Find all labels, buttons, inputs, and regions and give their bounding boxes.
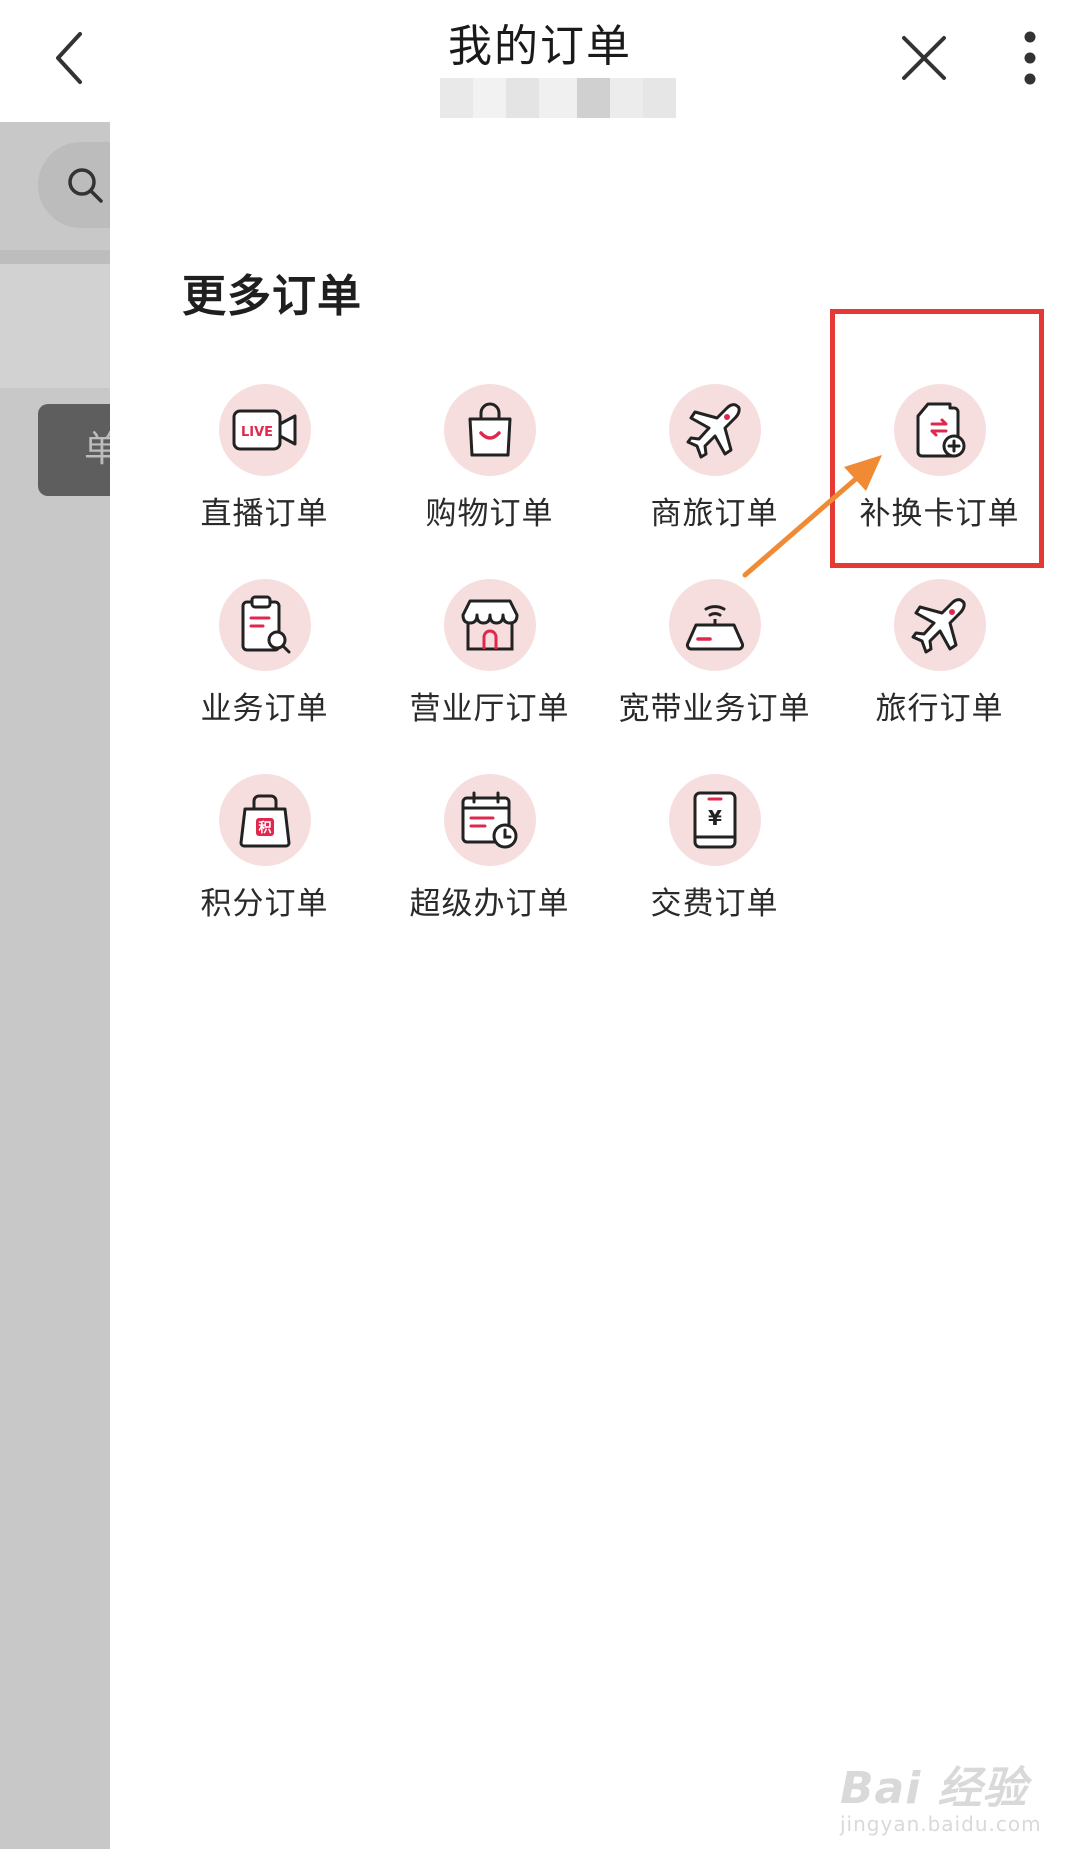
airplane-icon [911,598,966,654]
order-item-payment[interactable]: ¥ 交费订单 [602,774,827,969]
points-glyph: 积 [258,820,271,836]
background-search-box [38,142,110,228]
watermark-url: jingyan.baidu.com [840,1812,1042,1836]
airplane-icon [686,403,741,459]
order-item-travel[interactable]: 旅行订单 [827,579,1052,774]
icon-badge [668,579,761,671]
icon-badge [443,384,536,476]
order-item-label: 宽带业务订单 [618,691,811,727]
icon-badge [218,579,311,671]
calendar-clock-icon [461,791,517,849]
clipboard-search-icon [241,595,290,654]
more-vertical-icon [1024,31,1036,85]
order-item-service[interactable]: 业务订单 [152,579,377,774]
search-icon [68,168,103,203]
live-badge-text: LIVE [240,425,272,440]
order-item-super-office[interactable]: 超级办订单 [377,774,602,969]
live-camera-icon: LIVE [232,409,296,451]
yuan-glyph: ¥ [708,806,722,830]
background-chip: 单 [38,404,110,496]
payment-yuan-icon: ¥ [693,791,736,849]
order-item-label: 直播订单 [200,496,329,532]
background-page-overlay[interactable]: 单 [0,122,110,1849]
panel-title: 更多订单 [182,271,362,322]
order-item-label: 超级办订单 [409,886,570,922]
close-icon [902,36,946,80]
order-item-live[interactable]: LIVE 直播订单 [152,384,377,579]
close-button[interactable] [884,18,964,98]
shopping-bag-icon [468,402,511,457]
order-item-label: 旅行订单 [875,691,1004,727]
pointer-arrow-icon [742,455,882,578]
more-options-button[interactable] [990,18,1070,98]
page-subtitle-blurred [440,78,676,118]
order-item-label: 交费订单 [650,886,779,922]
icon-badge [893,579,986,671]
storefront-icon [461,599,518,651]
icon-badge [443,774,536,866]
order-item-broadband[interactable]: 宽带业务订单 [602,579,827,774]
icon-badge [443,579,536,671]
points-bag-icon: 积 [239,794,290,848]
router-icon [685,605,744,651]
watermark-logo: Bai 经验 [840,1763,1028,1814]
order-item-points[interactable]: 积 积分订单 [152,774,377,969]
order-item-label: 购物订单 [425,496,554,532]
order-item-label: 营业厅订单 [409,691,570,727]
background-divider [0,250,110,264]
watermark: Bai 经验 jingyan.baidu.com [840,1752,1042,1836]
icon-badge: LIVE [218,384,311,476]
order-item-shopping[interactable]: 购物订单 [377,384,602,579]
background-band [0,264,110,388]
order-item-label: 业务订单 [200,691,329,727]
order-item-service-hall[interactable]: 营业厅订单 [377,579,602,774]
top-nav-bar: 我的订单 [0,0,1080,122]
icon-badge: 积 [218,774,311,866]
icon-badge: ¥ [668,774,761,866]
order-item-label: 积分订单 [200,886,329,922]
